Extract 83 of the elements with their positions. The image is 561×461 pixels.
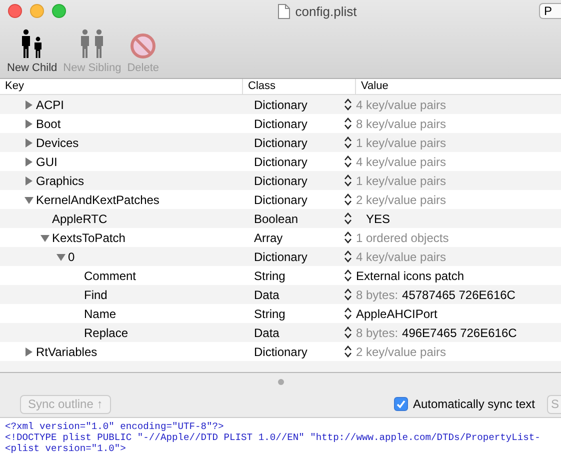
disclosure-triangle-icon[interactable] — [24, 346, 34, 356]
value-cell: AppleAHCIPort — [356, 306, 438, 320]
value-cell: 1 key/value pairs — [356, 174, 446, 188]
byte-count: 8 bytes: — [356, 288, 398, 302]
xml-text-editor[interactable]: <?xml version="1.0" encoding="UTF-8"?> <!DOCTYPE plist PUBLIC "-//Apple//DTD PLIST 1.0//EN" "http://www.apple.com/DTDs/PropertyList- <plist version="1.0"> — [0, 417, 561, 461]
stepper-icon[interactable] — [344, 212, 352, 225]
checkbox-label: Automatically sync text — [412, 397, 535, 411]
value-cell: 4 key/value pairs — [356, 250, 446, 264]
key-cell: Find — [84, 288, 108, 302]
stepper-icon[interactable] — [344, 193, 352, 206]
stepper-icon[interactable] — [344, 155, 352, 168]
code-line: <plist version="1.0"> — [5, 443, 126, 454]
disclosure-triangle-icon[interactable] — [24, 100, 34, 110]
value-cell: 4 key/value pairs — [356, 154, 446, 168]
stepper-icon[interactable] — [344, 269, 352, 282]
class-cell: Data — [254, 326, 280, 340]
stepper-icon[interactable] — [344, 136, 352, 149]
value-cell: 2 key/value pairs — [356, 344, 446, 358]
stepper-icon[interactable] — [344, 307, 352, 320]
stepper-icon[interactable] — [344, 345, 352, 358]
column-header[interactable]: Key — [0, 79, 243, 94]
key-cell: Graphics — [36, 174, 84, 188]
key-cell: GUI — [36, 154, 58, 168]
prohibited-icon — [130, 33, 156, 59]
split-handle[interactable] — [278, 379, 284, 385]
key-cell: KernelAndKextPatches — [36, 192, 160, 206]
class-cell: Dictionary — [254, 116, 308, 130]
key-cell: RtVariables — [36, 344, 98, 358]
column-header[interactable]: Value — [356, 79, 561, 94]
disclosure-triangle-icon[interactable] — [40, 232, 50, 242]
value-cell: 4 key/value pairs — [356, 98, 446, 112]
class-cell: Dictionary — [254, 192, 308, 206]
class-cell: Boolean — [254, 212, 298, 226]
stepper-icon[interactable] — [344, 250, 352, 263]
class-cell: String — [254, 268, 286, 282]
class-cell: Dictionary — [254, 98, 308, 112]
disclosure-triangle-icon[interactable] — [56, 252, 66, 262]
new-child-button[interactable]: New Child — [6, 29, 58, 74]
class-cell: Dictionary — [254, 136, 308, 150]
value-cell: 496E7465 726E616C — [402, 326, 517, 340]
disclosure-triangle-icon[interactable] — [24, 156, 34, 166]
class-cell: Dictionary — [254, 344, 308, 358]
disclosure-triangle-icon[interactable] — [24, 138, 34, 148]
key-cell: KextsToPatch — [52, 230, 126, 244]
key-cell: Replace — [84, 326, 128, 340]
class-cell: Dictionary — [254, 174, 308, 188]
stepper-icon[interactable] — [344, 174, 352, 187]
key-cell: Name — [84, 306, 116, 320]
key-cell: Boot — [36, 116, 61, 130]
key-cell: Comment — [84, 268, 136, 282]
key-cell: AppleRTC — [52, 212, 108, 226]
value-cell: 1 ordered objects — [356, 230, 449, 244]
stepper-icon[interactable] — [344, 288, 352, 301]
key-cell: ACPI — [36, 98, 64, 112]
class-cell: Data — [254, 288, 280, 302]
key-cell: Devices — [36, 136, 79, 150]
disclosure-triangle-icon[interactable] — [24, 118, 34, 128]
value-cell: External icons patch — [356, 268, 464, 282]
class-cell: Dictionary — [254, 250, 308, 264]
stepper-icon[interactable] — [344, 98, 352, 111]
column-header[interactable]: Class — [243, 79, 356, 94]
class-cell: Array — [254, 230, 283, 244]
value-cell: 45787465 726E616C — [402, 288, 516, 302]
class-cell: Dictionary — [254, 154, 308, 168]
code-line: <!DOCTYPE plist PUBLIC "-//Apple//DTD PLIST 1.0//EN" "http://www.apple.com/DTDs/PropertyList- — [5, 432, 540, 443]
stepper-icon[interactable] — [344, 117, 352, 130]
document-icon — [278, 4, 290, 18]
stepper-icon[interactable] — [344, 231, 352, 244]
disclosure-triangle-icon[interactable] — [24, 194, 34, 204]
toolbar-button[interactable]: P — [539, 3, 561, 19]
byte-count: 8 bytes: — [356, 326, 398, 340]
key-cell: 0 — [68, 250, 75, 264]
disclosure-triangle-icon[interactable] — [24, 176, 34, 186]
class-cell: String — [254, 306, 286, 320]
stepper-icon[interactable] — [344, 326, 352, 339]
value-cell: 8 key/value pairs — [356, 116, 446, 130]
code-line: <?xml version="1.0" encoding="UTF-8"?> — [5, 421, 224, 432]
value-cell: 1 key/value pairs — [356, 136, 446, 150]
value-cell: 2 key/value pairs — [356, 192, 446, 206]
checkbox[interactable] — [394, 397, 408, 411]
window-title: config.plist — [295, 4, 357, 18]
value-cell-text: YES — [365, 212, 390, 226]
close-button[interactable] — [8, 4, 22, 18]
